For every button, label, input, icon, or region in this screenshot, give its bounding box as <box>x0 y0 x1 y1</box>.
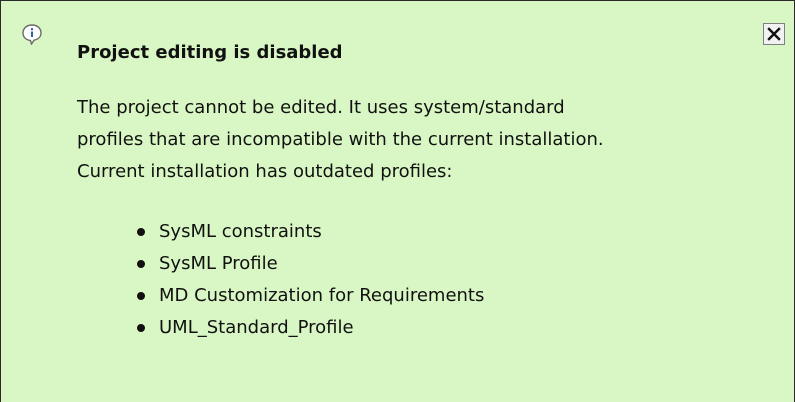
profile-name: SysML Profile <box>159 253 278 274</box>
notification-message: The project cannot be edited. It uses sy… <box>77 92 757 188</box>
close-icon <box>767 27 781 41</box>
list-item: MD Customization for Requirements <box>137 280 484 312</box>
list-item: SysML constraints <box>137 216 484 248</box>
message-line: Current installation has outdated profil… <box>77 161 453 182</box>
profile-name: UML_Standard_Profile <box>159 317 354 338</box>
bullet <box>137 228 145 236</box>
project-editing-disabled-notification: Project editing is disabled The project … <box>0 0 795 402</box>
bullet <box>137 260 145 268</box>
outdated-profile-list: SysML constraints SysML Profile MD Custo… <box>137 216 484 344</box>
list-item: SysML Profile <box>137 248 484 280</box>
profile-name: SysML constraints <box>159 221 322 242</box>
info-speech-bubble-icon <box>21 23 43 46</box>
profile-name: MD Customization for Requirements <box>159 285 485 306</box>
notification-title: Project editing is disabled <box>77 42 343 63</box>
bullet <box>137 292 145 300</box>
bullet <box>137 324 145 332</box>
close-button[interactable] <box>763 23 785 45</box>
list-item: UML_Standard_Profile <box>137 312 484 344</box>
message-line: The project cannot be edited. It uses sy… <box>77 97 565 118</box>
message-line: profiles that are incompatible with the … <box>77 129 604 150</box>
